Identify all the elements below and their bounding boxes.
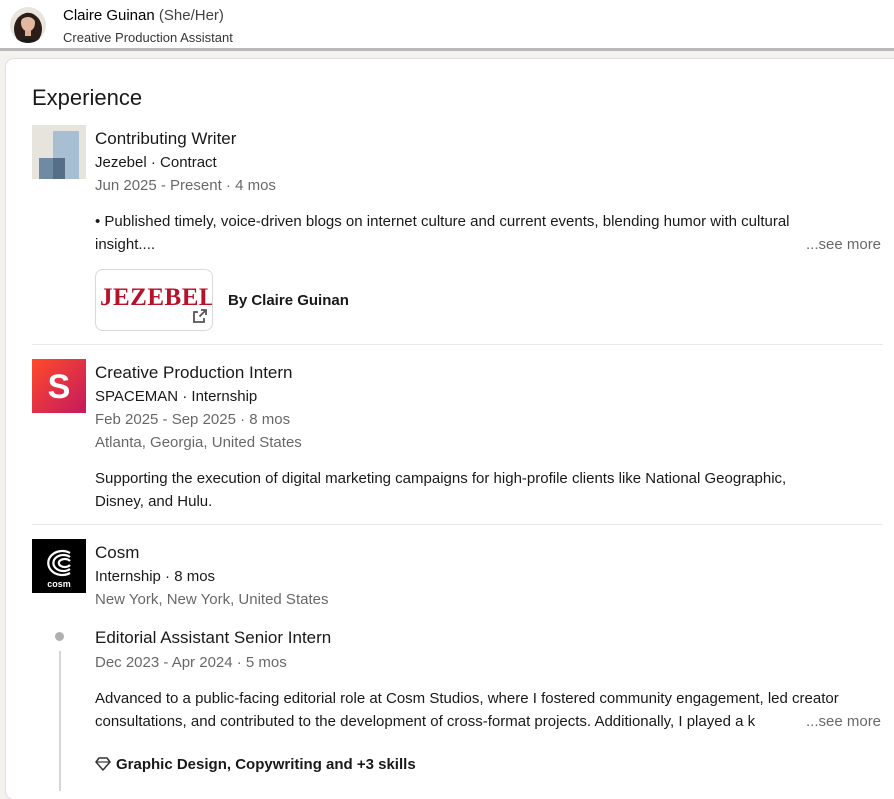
experience-company-line: SPACEMAN · Internship	[95, 388, 258, 405]
skills-label: Graphic Design, Copywriting and +3 skill…	[116, 756, 416, 773]
experience-description-line: insight....	[95, 236, 156, 253]
timeline-dot	[55, 632, 64, 641]
experience-description-line: • Published timely, voice-driven blogs o…	[95, 213, 790, 230]
profile-name-line: Claire Guinan (She/Her)	[63, 7, 224, 25]
profile-name: Claire Guinan	[63, 7, 155, 24]
divider	[32, 344, 883, 345]
company-name[interactable]: Cosm	[95, 542, 139, 564]
avatar[interactable]	[10, 7, 46, 43]
media-attachment-thumbnail[interactable]: JEZEBEL	[95, 269, 213, 331]
spaceman-logo-letter: S	[48, 368, 71, 406]
experience-title[interactable]: Creative Production Intern	[95, 362, 293, 384]
skills-diamond-icon	[95, 757, 111, 771]
experience-description-line: Supporting the execution of digital mark…	[95, 470, 787, 487]
cosm-logo[interactable]: cosm	[32, 539, 86, 593]
experience-description-line: Disney, and Hulu.	[95, 493, 213, 510]
role-dates: Dec 2023 - Apr 2024 · 5 mos	[95, 654, 287, 671]
experience-dates: Jun 2025 - Present · 4 mos	[95, 177, 276, 194]
experience-company-line: Jezebel · Contract	[95, 154, 217, 171]
see-more-link[interactable]: ...see more	[806, 712, 881, 732]
skills-row[interactable]: Graphic Design, Copywriting and +3 skill…	[95, 755, 416, 775]
role-description-line: Advanced to a public-facing editorial ro…	[95, 690, 839, 707]
role-description-line: consultations, and contributed to the de…	[95, 713, 756, 730]
experience-location: Atlanta, Georgia, United States	[95, 434, 302, 451]
experience-company-line: Internship · 8 mos	[95, 568, 216, 585]
cosm-logo-text: cosm	[47, 579, 71, 589]
external-link-icon	[192, 308, 208, 324]
media-caption[interactable]: By Claire Guinan	[228, 291, 349, 311]
see-more-link[interactable]: ...see more	[806, 235, 881, 255]
experience-location: New York, New York, United States	[95, 591, 329, 608]
spaceman-logo[interactable]: S	[32, 359, 86, 413]
section-title: Experience	[32, 85, 143, 110]
divider	[32, 524, 883, 525]
timeline-line	[58, 651, 61, 791]
experience-title[interactable]: Contributing Writer	[95, 128, 236, 150]
profile-headline: Creative Production Assistant	[63, 30, 233, 45]
role-title[interactable]: Editorial Assistant Senior Intern	[95, 627, 331, 649]
jezebel-logo[interactable]	[32, 125, 86, 179]
profile-pronouns: (She/Her)	[158, 7, 224, 24]
profile-sticky-header: Claire Guinan (She/Her) Creative Product…	[0, 0, 894, 51]
experience-dates: Feb 2025 - Sep 2025 · 8 mos	[95, 411, 291, 428]
